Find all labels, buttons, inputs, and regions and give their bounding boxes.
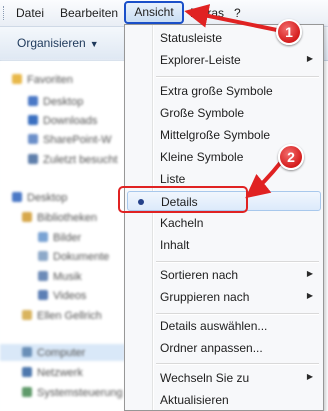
annotation-badge-1: 1 (276, 19, 302, 45)
annotation-arrows (184, 4, 283, 199)
annotation-badge-2: 2 (278, 144, 304, 170)
arrow-to-details (245, 160, 283, 199)
arrow-to-ansicht (184, 4, 278, 32)
